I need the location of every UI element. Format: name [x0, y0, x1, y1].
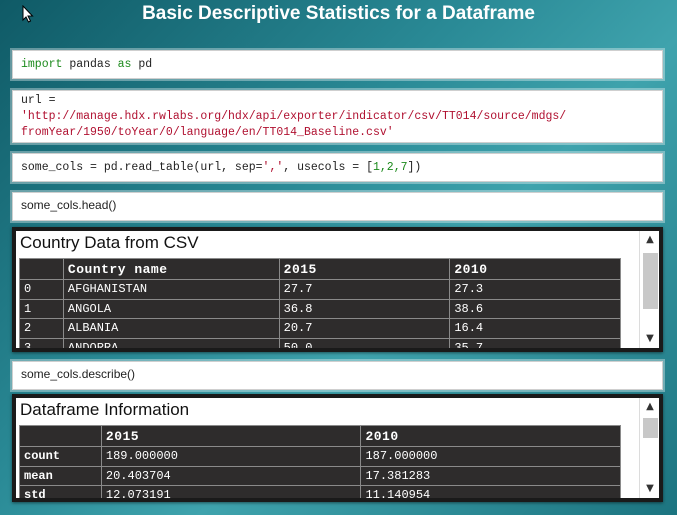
url-string-line-1: 'http://manage.hdx.rwlabs.org/hdx/api/ex…	[21, 110, 567, 123]
table-row: count 189.000000 187.000000	[19, 446, 621, 467]
table-row: std 12.073191 11.140954	[19, 485, 621, 498]
table-cell: 50.0	[278, 337, 451, 348]
table-cell: 17.381283	[360, 465, 621, 486]
output-panel-country-data: Country Data from CSV Country name 2015 …	[12, 227, 663, 352]
table-header-2010: 2010	[449, 258, 621, 280]
read-table-close: ])	[407, 161, 422, 174]
module-name: pandas	[62, 58, 118, 71]
table-cell: 189.000000	[100, 446, 362, 467]
mouse-cursor-icon	[22, 5, 34, 23]
table-cell: count	[19, 446, 102, 467]
table-cell: 0	[19, 279, 64, 300]
code-cell-url[interactable]: url = 'http://manage.hdx.rwlabs.org/hdx/…	[12, 90, 663, 143]
table-cell: 35.7	[449, 337, 621, 348]
url-assignment: url =	[21, 94, 56, 107]
table-cell: 3	[19, 337, 64, 348]
keyword-import: import	[21, 58, 63, 71]
separator-string: ','	[262, 161, 284, 174]
table-cell: 38.6	[449, 298, 621, 319]
url-string-line-2: fromYear/1950/toYear/0/language/en/TT014…	[21, 126, 394, 139]
scroll-thumb[interactable]	[643, 253, 658, 309]
scroll-up-icon[interactable]: ▲	[642, 400, 658, 414]
scroll-up-icon[interactable]: ▲	[642, 233, 658, 247]
describe-code: some_cols.describe()	[21, 367, 136, 381]
code-cell-describe[interactable]: some_cols.describe()	[12, 361, 663, 390]
table-cell: 20.7	[278, 318, 451, 339]
table-cell: 16.4	[449, 318, 621, 339]
code-cell-import[interactable]: import pandas as pd	[12, 50, 663, 79]
country-data-table: Country name 2015 2010 0 AFGHANISTAN 27.…	[19, 258, 621, 348]
table-cell: 27.3	[449, 279, 621, 300]
table-cell: std	[19, 485, 102, 498]
table-header-row: 2015 2010	[19, 425, 621, 447]
table-cell: 11.140954	[360, 485, 621, 498]
table-cell: 2	[19, 318, 64, 339]
scroll-down-icon[interactable]: ▼	[642, 332, 658, 346]
table-cell: AFGHANISTAN	[62, 279, 280, 300]
table-header-country: Country name	[62, 258, 280, 280]
table-cell: 27.7	[278, 279, 451, 300]
table-row: 1 ANGOLA 36.8 38.6	[19, 298, 621, 319]
read-table-code: some_cols = pd.read_table(url, sep=	[21, 161, 263, 174]
table-row: 2 ALBANIA 20.7 16.4	[19, 318, 621, 339]
describe-table-title: Dataframe Information	[20, 400, 190, 419]
table-header-2010: 2010	[360, 425, 621, 447]
table-header-row: Country name 2015 2010	[19, 258, 621, 280]
describe-table: 2015 2010 count 189.000000 187.000000 me…	[19, 425, 621, 498]
table-cell: mean	[19, 465, 102, 486]
usecols-values: 1,2,7	[372, 161, 408, 174]
table-cell: 187.000000	[360, 446, 621, 467]
table-cell: ANGOLA	[62, 298, 280, 319]
page-title: Basic Descriptive Statistics for a Dataf…	[142, 3, 535, 24]
head-code: some_cols.head()	[21, 198, 117, 212]
table-cell: 1	[19, 298, 64, 319]
module-alias: pd	[131, 58, 153, 71]
usecols-code: , usecols = [	[283, 161, 373, 174]
table-cell: 12.073191	[100, 485, 362, 498]
table-header-2015: 2015	[100, 425, 362, 447]
scroll-thumb[interactable]	[643, 418, 658, 438]
output-panel-dataframe-info: Dataframe Information 2015 2010 count 18…	[12, 394, 663, 502]
table-header-index	[19, 258, 64, 280]
table-row: 0 AFGHANISTAN 27.7 27.3	[19, 279, 621, 300]
scroll-down-icon[interactable]: ▼	[642, 482, 658, 496]
code-cell-read-table[interactable]: some_cols = pd.read_table(url, sep=',', …	[12, 153, 663, 182]
describe-table-scrollbar[interactable]: ▲ ▼	[639, 398, 659, 498]
table-header-2015: 2015	[278, 258, 451, 280]
table-row: mean 20.403704 17.381283	[19, 465, 621, 486]
table-header-stat	[19, 425, 102, 447]
table-cell: ANDORRA	[62, 337, 280, 348]
table-cell: ALBANIA	[62, 318, 280, 339]
keyword-as: as	[117, 58, 132, 71]
code-cell-head[interactable]: some_cols.head()	[12, 192, 663, 221]
table-row: 3 ANDORRA 50.0 35.7	[19, 337, 621, 348]
country-table-scrollbar[interactable]: ▲ ▼	[639, 231, 659, 348]
table-cell: 36.8	[278, 298, 451, 319]
table-cell: 20.403704	[100, 465, 362, 486]
country-table-title: Country Data from CSV	[20, 233, 199, 252]
